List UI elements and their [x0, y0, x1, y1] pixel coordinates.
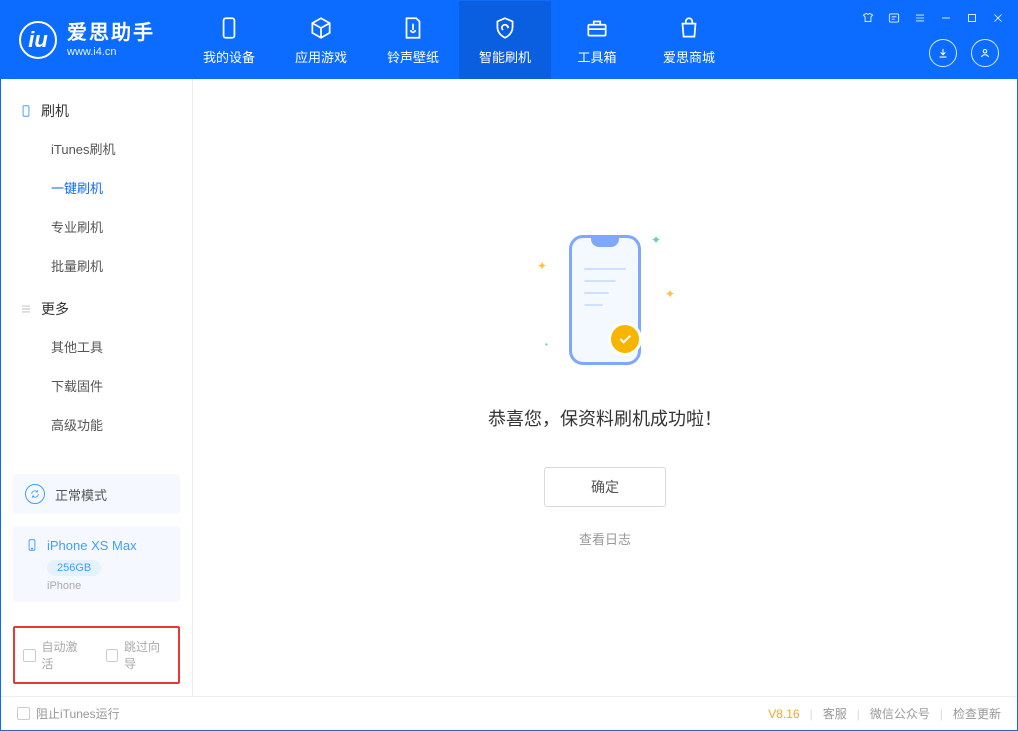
brand: iu 爱思助手 www.i4.cn [1, 1, 173, 79]
toolbox-icon [584, 15, 610, 41]
user-button[interactable] [971, 39, 999, 67]
sparkle-icon: ✦ [665, 287, 675, 301]
version-label: V8.16 [768, 707, 799, 721]
body: 刷机 iTunes刷机 一键刷机 专业刷机 批量刷机 更多 其他工具 下载固件 … [1, 79, 1017, 696]
device-card[interactable]: iPhone XS Max 256GB iPhone [13, 526, 180, 602]
phone-icon [19, 104, 33, 118]
highlighted-options: 自动激活 跳过向导 [13, 626, 180, 684]
checkbox-icon [17, 707, 30, 720]
footer: 阻止iTunes运行 V8.16 | 客服 | 微信公众号 | 检查更新 [1, 696, 1017, 730]
sidebar-group-flash: 刷机 iTunes刷机 一键刷机 专业刷机 批量刷机 [1, 93, 192, 285]
device-name: iPhone XS Max [47, 538, 137, 553]
tab-label: 应用游戏 [295, 47, 347, 66]
tab-toolbox[interactable]: 工具箱 [551, 1, 643, 79]
tab-my-device[interactable]: 我的设备 [183, 1, 275, 79]
tab-label: 智能刷机 [479, 47, 531, 66]
checkbox-block-itunes[interactable]: 阻止iTunes运行 [17, 705, 120, 722]
maximize-button[interactable] [963, 9, 981, 27]
sparkle-icon: ✦ [651, 233, 661, 247]
sidebar-group-title: 刷机 [41, 101, 69, 121]
view-log-link[interactable]: 查看日志 [579, 529, 631, 548]
app-window: iu 爱思助手 www.i4.cn 我的设备 应用游戏 铃声壁纸 智能刷机 [0, 0, 1018, 731]
skin-icon[interactable] [859, 9, 877, 27]
sidebar-group-title: 更多 [41, 299, 69, 319]
brand-title: 爱思助手 [67, 22, 155, 44]
footer-right: V8.16 | 客服 | 微信公众号 | 检查更新 [768, 705, 1001, 722]
mode-card[interactable]: 正常模式 [13, 474, 180, 514]
checkbox-label: 阻止iTunes运行 [36, 705, 120, 722]
brand-logo-icon: iu [19, 21, 57, 59]
sidebar-item-itunes-flash[interactable]: iTunes刷机 [1, 129, 192, 168]
shopping-bag-icon [676, 15, 702, 41]
sparkle-icon: ✦ [537, 259, 547, 273]
sync-icon [25, 484, 45, 504]
sidebar-group-header: 刷机 [1, 93, 192, 129]
checkbox-auto-activate[interactable]: 自动激活 [23, 638, 88, 672]
check-badge-icon [608, 322, 642, 356]
tab-smart-flash[interactable]: 智能刷机 [459, 1, 551, 79]
sidebar-item-pro-flash[interactable]: 专业刷机 [1, 207, 192, 246]
window-controls [859, 9, 1007, 27]
sidebar-item-other-tools[interactable]: 其他工具 [1, 327, 192, 366]
download-button[interactable] [929, 39, 957, 67]
mode-label: 正常模式 [55, 485, 107, 504]
sidebar-group-more: 更多 其他工具 下载固件 高级功能 [1, 291, 192, 444]
header-actions [929, 39, 999, 67]
shield-sync-icon [492, 15, 518, 41]
sparkle-icon: • [545, 340, 548, 349]
main-content: ✦ ✦ ✦ • 恭喜您，保资料刷机成功啦！ 确定 查看日志 [193, 79, 1017, 696]
header: iu 爱思助手 www.i4.cn 我的设备 应用游戏 铃声壁纸 智能刷机 [1, 1, 1017, 79]
sidebar-item-batch-flash[interactable]: 批量刷机 [1, 246, 192, 285]
tab-label: 爱思商城 [663, 47, 715, 66]
footer-link-wechat[interactable]: 微信公众号 [870, 705, 930, 722]
sidebar-group-header: 更多 [1, 291, 192, 327]
music-file-icon [400, 15, 426, 41]
phone-illustration-icon [569, 235, 641, 365]
close-button[interactable] [989, 9, 1007, 27]
tab-store[interactable]: 爱思商城 [643, 1, 735, 79]
list-icon [19, 302, 33, 316]
sidebar-item-download-firmware[interactable]: 下载固件 [1, 366, 192, 405]
device-icon [216, 15, 242, 41]
checkbox-skip-guide[interactable]: 跳过向导 [106, 638, 171, 672]
menu-icon[interactable] [911, 9, 929, 27]
brand-subtitle: www.i4.cn [67, 46, 155, 58]
checkbox-icon [23, 649, 36, 662]
device-capacity-badge: 256GB [47, 560, 101, 576]
sidebar: 刷机 iTunes刷机 一键刷机 专业刷机 批量刷机 更多 其他工具 下载固件 … [1, 79, 193, 696]
success-illustration: ✦ ✦ ✦ • [545, 227, 665, 377]
feedback-icon[interactable] [885, 9, 903, 27]
tab-label: 工具箱 [577, 47, 616, 66]
tab-label: 铃声壁纸 [387, 47, 439, 66]
confirm-button[interactable]: 确定 [544, 467, 666, 507]
cube-icon [308, 15, 334, 41]
footer-link-support[interactable]: 客服 [823, 705, 847, 722]
success-headline: 恭喜您，保资料刷机成功啦！ [488, 405, 722, 431]
main-tabs: 我的设备 应用游戏 铃声壁纸 智能刷机 工具箱 爱思商城 [183, 1, 735, 79]
sidebar-item-oneclick-flash[interactable]: 一键刷机 [1, 168, 192, 207]
footer-link-update[interactable]: 检查更新 [953, 705, 1001, 722]
tab-ringtone-wallpaper[interactable]: 铃声壁纸 [367, 1, 459, 79]
tab-apps-games[interactable]: 应用游戏 [275, 1, 367, 79]
checkbox-label: 跳过向导 [124, 638, 170, 672]
device-type: iPhone [47, 580, 168, 592]
tab-label: 我的设备 [203, 47, 255, 66]
phone-icon [25, 536, 39, 554]
sidebar-item-advanced[interactable]: 高级功能 [1, 405, 192, 444]
checkbox-label: 自动激活 [42, 638, 88, 672]
checkbox-icon [106, 649, 119, 662]
minimize-button[interactable] [937, 9, 955, 27]
